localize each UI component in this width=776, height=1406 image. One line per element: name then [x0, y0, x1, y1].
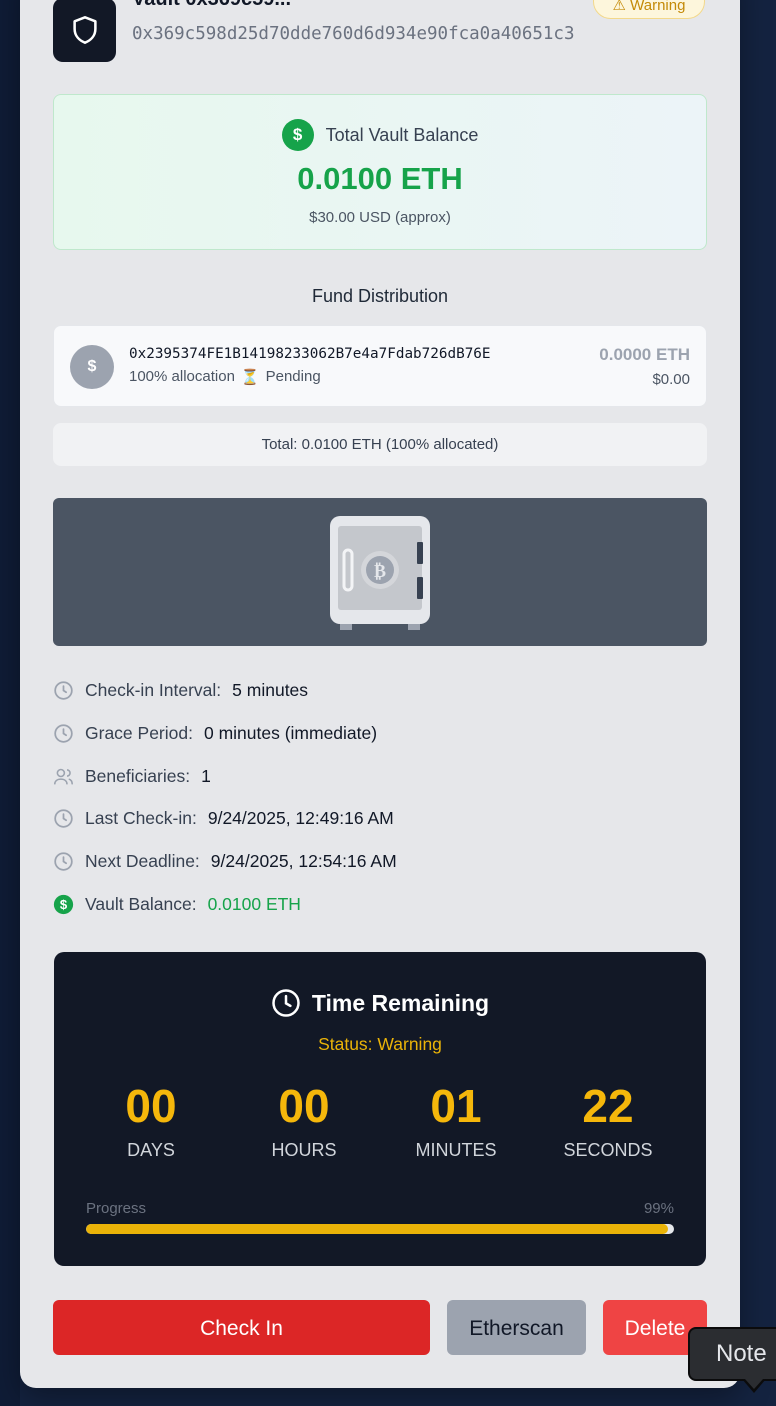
countdown-label: SECONDS [563, 1140, 653, 1160]
dollar-icon: $ [53, 894, 74, 915]
distribution-total: Total: 0.0100 ETH (100% allocated) [53, 423, 707, 466]
detail-value: 9/24/2025, 12:54:16 AM [210, 851, 397, 871]
note-tooltip: Note [688, 1327, 776, 1381]
total-balance-panel: $ Total Vault Balance 0.0100 ETH $30.00 … [53, 94, 707, 250]
dollar-icon: $ [281, 119, 314, 151]
countdown-label: HOURS [271, 1140, 337, 1160]
vault-image-panel: ₿ [53, 498, 707, 646]
detail-label: Beneficiaries: [85, 766, 191, 786]
check-in-button[interactable]: Check In [53, 1300, 430, 1355]
svg-text:$: $ [60, 897, 68, 912]
detail-check-in-interval: Check-in Interval: 5 minutes [53, 680, 308, 701]
beneficiary-usd: $0.00 [652, 371, 690, 388]
users-icon [53, 766, 74, 787]
progress-fill [86, 1224, 669, 1234]
beneficiary-row: $ 0x2395374FE1B14198233062B7e4a7Fdab726d… [53, 325, 707, 407]
clock-icon [53, 723, 74, 744]
progress-bar [86, 1224, 674, 1234]
detail-last-check-in: Last Check-in: 9/24/2025, 12:49:16 AM [53, 808, 394, 829]
shield-icon [72, 16, 97, 44]
clock-icon [53, 680, 74, 701]
countdown-label: DAYS [127, 1140, 175, 1160]
time-remaining-panel: Time Remaining Status: Warning 00 DAYS 0… [54, 952, 706, 1266]
detail-value: 1 [201, 766, 211, 786]
timer-status: Status: Warning [318, 1034, 442, 1054]
beneficiary-status: Pending [265, 368, 321, 385]
progress-percent: 99% [643, 1200, 674, 1217]
detail-label: Grace Period: [85, 723, 193, 743]
clock-icon [53, 851, 74, 872]
page-background [0, 0, 20, 1406]
detail-value: 9/24/2025, 12:49:16 AM [207, 808, 394, 828]
detail-value: 0.0100 ETH [207, 894, 301, 914]
clock-icon [272, 989, 300, 1017]
fund-distribution-title: Fund Distribution [311, 286, 449, 306]
detail-label: Next Deadline: [85, 851, 200, 871]
countdown-label: MINUTES [415, 1140, 497, 1160]
progress-label: Progress [86, 1200, 147, 1217]
countdown-value: 01 [430, 1080, 482, 1132]
countdown-value: 00 [125, 1080, 177, 1132]
detail-value: 5 minutes [232, 680, 309, 700]
timer-title: Time Remaining [311, 989, 490, 1016]
etherscan-button[interactable]: Etherscan [447, 1300, 586, 1355]
status-badge: ⚠ Warning [593, 0, 705, 19]
hourglass-icon: ⏳ [240, 369, 260, 386]
detail-next-deadline: Next Deadline: 9/24/2025, 12:54:16 AM [53, 851, 397, 872]
vault-address: 0x369c598d25d70dde760d6d934e90fca0a40651… [132, 24, 575, 44]
countdown-minutes: 01 MINUTES [396, 1080, 516, 1161]
beneficiary-address: 0x2395374FE1B14198233062B7e4a7Fdab726dB7… [129, 346, 491, 362]
countdown-seconds: 22 SECONDS [548, 1080, 668, 1161]
balance-usd: $30.00 USD (approx) [309, 209, 451, 226]
countdown-hours: 00 HOURS [244, 1080, 364, 1161]
countdown-days: 00 DAYS [91, 1080, 211, 1161]
vault-icon-box [53, 0, 116, 62]
detail-label: Check-in Interval: [85, 680, 222, 700]
vault-title: Vault 0x369c59... [132, 0, 291, 11]
svg-text:₿: ₿ [374, 561, 386, 582]
detail-grace-period: Grace Period: 0 minutes (immediate) [53, 723, 377, 744]
detail-beneficiaries: Beneficiaries: 1 [53, 766, 211, 787]
beneficiary-allocation: 100% allocation [129, 368, 235, 385]
tooltip-arrow-inner [745, 1379, 763, 1389]
detail-label: Last Check-in: [85, 808, 197, 828]
detail-value: 0 minutes (immediate) [203, 723, 378, 743]
balance-label: Total Vault Balance [325, 124, 479, 145]
clock-icon [53, 808, 74, 829]
detail-label: Vault Balance: [85, 894, 197, 914]
beneficiary-eth: 0.0000 ETH [599, 345, 690, 364]
safe-icon: ₿ [330, 516, 430, 630]
balance-amount: 0.0100 ETH [297, 161, 463, 196]
beneficiary-dollar-icon: $ [70, 345, 114, 389]
countdown-value: 22 [582, 1080, 634, 1132]
countdown-value: 00 [278, 1080, 330, 1132]
detail-vault-balance: $ Vault Balance: 0.0100 ETH [53, 894, 301, 915]
